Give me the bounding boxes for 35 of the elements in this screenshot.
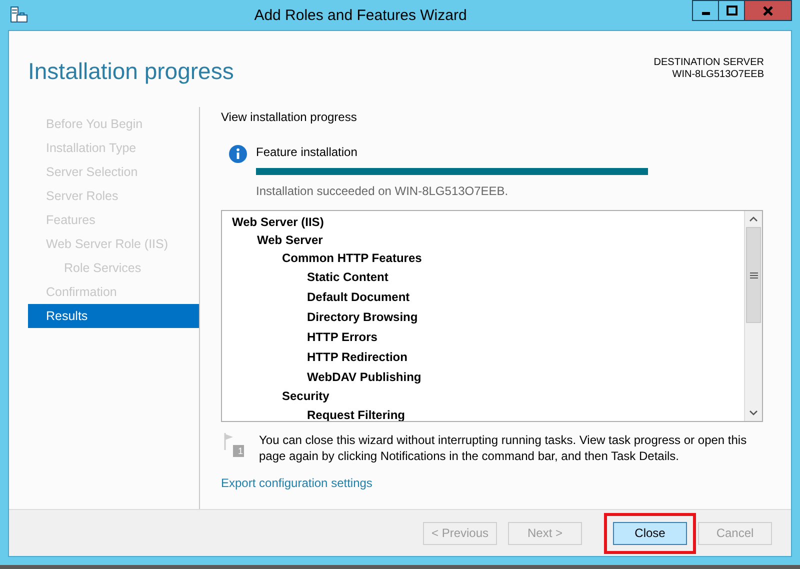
feature-name: Web Server (IIS) — [232, 215, 324, 229]
feature-name: Default Document — [307, 290, 410, 304]
minimize-icon — [702, 12, 710, 14]
destination-label: DESTINATION SERVER — [654, 57, 764, 69]
destination-server: WIN-8LG513O7EEB — [671, 69, 764, 81]
feature-name: Static Content — [307, 270, 388, 284]
feature-name: HTTP Errors — [307, 330, 378, 344]
notice-text: You can close this wizard without interrupting running tasks. View task progress or open this page again by clicking Notifications in the command bar, and then Task Details. — [259, 432, 748, 464]
scroll-down-icon[interactable] — [749, 410, 758, 416]
close-icon — [762, 4, 774, 16]
close-button[interactable] — [744, 0, 792, 21]
notification-count: 1 — [236, 445, 244, 457]
feature-name: Common HTTP Features — [282, 251, 422, 265]
section-heading: View installation progress — [221, 110, 358, 124]
scroll-thumb[interactable] — [746, 227, 761, 323]
feature-name: Security — [282, 389, 330, 403]
flag-icon — [223, 432, 245, 458]
page-title: Installation progress — [28, 58, 234, 85]
feature-name: WebDAV Publishing — [307, 370, 422, 384]
window-title: Add Roles and Features Wizard — [253, 6, 468, 24]
scroll-up-icon[interactable] — [749, 216, 758, 222]
wizard-button[interactable]: Close — [613, 522, 687, 544]
status-title: Feature installation — [256, 145, 358, 159]
feature-name: Web Server — [257, 233, 323, 247]
status-message: Installation succeeded on WIN-8LG513O7EEB. — [256, 184, 510, 198]
maximize-button[interactable] — [718, 0, 745, 21]
export-settings-link[interactable]: Export configuration settings — [221, 476, 372, 490]
maximize-icon — [726, 4, 738, 16]
info-icon — [229, 145, 247, 163]
server-icon — [10, 6, 28, 24]
feature-name: Directory Browsing — [307, 310, 418, 324]
feature-name: HTTP Redirection — [307, 350, 408, 364]
scrollbar[interactable] — [744, 211, 762, 421]
minimize-button[interactable] — [692, 0, 719, 21]
wizard-step[interactable]: Results — [28, 304, 199, 328]
